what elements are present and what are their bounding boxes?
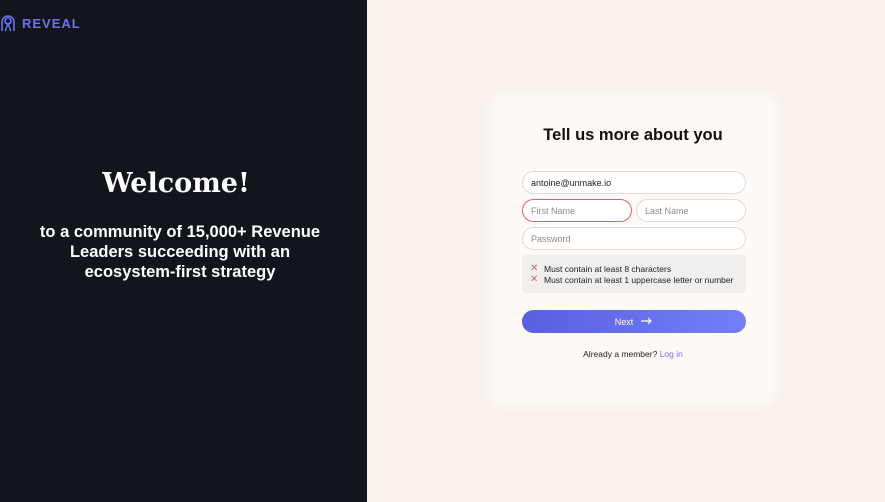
brand-logo[interactable]: REVEAL [0, 14, 81, 32]
rule-text: Must contain at least 1 uppercase letter… [544, 275, 734, 286]
password-field[interactable]: Password [522, 227, 746, 250]
signup-card: Tell us more about you antoine@unmake.io… [497, 100, 769, 398]
reveal-logo-icon [0, 14, 16, 32]
password-rule: ✕ Must contain at least 1 uppercase lett… [530, 275, 746, 287]
next-button[interactable]: Next [522, 310, 746, 333]
first-name-field[interactable]: First Name [522, 199, 632, 222]
email-field[interactable]: antoine@unmake.io [522, 171, 746, 194]
welcome-heading: Welcome! [102, 168, 250, 199]
rule-text: Must contain at least 8 characters [544, 263, 672, 274]
password-rule: ✕ Must contain at least 8 characters [530, 263, 746, 275]
next-label: Next [614, 316, 634, 327]
already-member-text: Already a member? [583, 349, 658, 359]
welcome-tagline: to a community of 15,000+ Revenue Leader… [39, 223, 321, 281]
error-x-icon: ✕ [530, 274, 539, 286]
arrow-right-icon [641, 317, 653, 327]
login-prompt: Already a member? Log in [497, 349, 769, 359]
error-x-icon: ✕ [530, 262, 539, 274]
left-panel: REVEAL Welcome! to a community of 15,000… [0, 0, 367, 502]
form-title: Tell us more about you [543, 126, 723, 144]
login-link[interactable]: Log in [660, 349, 683, 359]
password-rules: ✕ Must contain at least 8 characters ✕ M… [522, 255, 746, 293]
brand-name: REVEAL [22, 15, 81, 31]
last-name-field[interactable]: Last Name [636, 199, 746, 222]
